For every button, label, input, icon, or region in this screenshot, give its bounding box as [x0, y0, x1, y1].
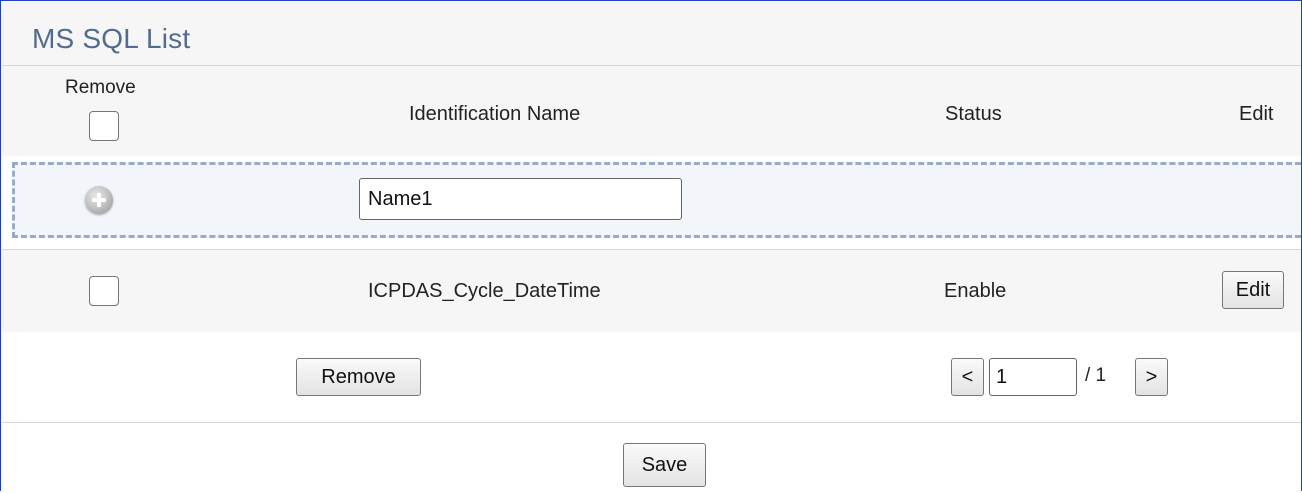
remove-column-header: Remove — [65, 77, 136, 98]
next-page-button[interactable]: > — [1135, 358, 1168, 396]
table-header-row: Remove Identification Name Status Edit — [2, 65, 1301, 157]
previous-page-button[interactable]: < — [951, 358, 984, 396]
add-icon[interactable] — [85, 186, 113, 214]
status-column-header: Status — [945, 103, 1002, 125]
table-actions-row: Remove < / 1 > — [2, 332, 1301, 423]
page-number-input[interactable] — [989, 358, 1077, 396]
row-identification-name: ICPDAS_Cycle_DateTime — [368, 280, 601, 302]
new-identification-name-input[interactable] — [359, 178, 682, 220]
identification-name-column-header: Identification Name — [409, 103, 581, 125]
table-row: ICPDAS_Cycle_DateTime Enable Edit — [2, 249, 1301, 333]
edit-column-header: Edit — [1239, 103, 1274, 125]
row-status: Enable — [944, 280, 1007, 302]
select-all-checkbox[interactable] — [89, 111, 119, 141]
total-pages-label: / 1 — [1085, 365, 1107, 386]
row-edit-button[interactable]: Edit — [1222, 271, 1284, 309]
ms-sql-list-panel: MS SQL List Remove Identification Name S… — [0, 0, 1302, 493]
save-row: Save — [2, 423, 1301, 493]
remove-button[interactable]: Remove — [296, 358, 421, 396]
save-button[interactable]: Save — [623, 443, 706, 487]
panel-header: MS SQL List — [2, 2, 1301, 65]
panel-title: MS SQL List — [32, 23, 191, 54]
row-remove-checkbox[interactable] — [89, 276, 119, 306]
